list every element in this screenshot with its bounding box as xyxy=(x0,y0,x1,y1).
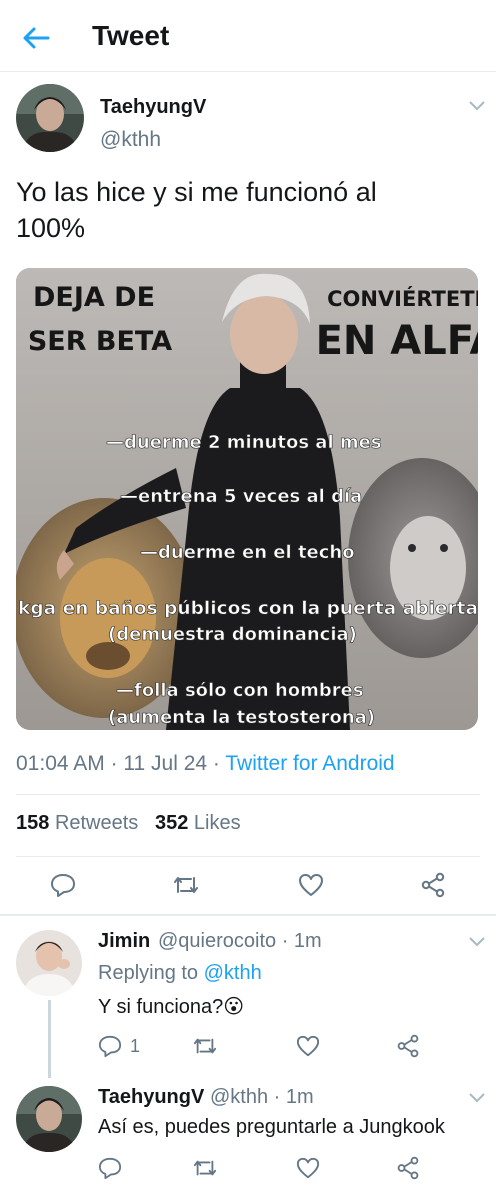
image-right-title-1: CONVIÉRTETE xyxy=(327,286,478,311)
like-icon[interactable] xyxy=(296,1034,320,1063)
share-icon[interactable] xyxy=(396,1034,420,1063)
tweet-stats: 158 Retweets 352 Likes xyxy=(16,812,241,835)
reply-icon[interactable] xyxy=(98,1034,122,1063)
image-line-4: kga en baños públicos con la puerta abie… xyxy=(18,598,478,619)
like-icon[interactable] xyxy=(298,872,324,903)
divider xyxy=(16,856,480,857)
image-left-title-1: DEJA DE xyxy=(33,282,155,313)
page-title: Tweet xyxy=(92,20,170,51)
retweet-icon[interactable] xyxy=(192,1156,218,1185)
chevron-down-icon[interactable] xyxy=(468,934,486,947)
chevron-down-icon[interactable] xyxy=(468,1090,486,1103)
image-left-title-2: SER BETA xyxy=(28,326,172,357)
image-line-1: —duerme 2 minutos al mes xyxy=(106,432,382,453)
image-line-3: —duerme en el techo xyxy=(140,542,355,563)
retweet-icon[interactable] xyxy=(172,872,200,903)
back-arrow-icon[interactable] xyxy=(18,20,54,56)
retweet-icon[interactable] xyxy=(192,1034,218,1063)
share-icon[interactable] xyxy=(420,872,446,903)
tweet-source-link[interactable]: Twitter for Android xyxy=(225,752,394,775)
thread-line xyxy=(48,1000,51,1078)
share-icon[interactable] xyxy=(396,1156,420,1185)
reply-author-handle[interactable]: @quierocoito · 1m xyxy=(158,930,322,953)
image-line-7: (aumenta la testosterona) xyxy=(108,707,375,728)
divider xyxy=(0,914,496,916)
image-line-2: —entrena 5 veces al día xyxy=(120,486,362,507)
likes-stat[interactable]: 352 Likes xyxy=(155,812,241,834)
author-handle[interactable]: @kthh xyxy=(100,128,161,152)
retweets-stat[interactable]: 158 Retweets xyxy=(16,812,138,834)
divider xyxy=(16,794,480,795)
image-right-title-2: EN ALFA xyxy=(316,318,478,364)
reply-author-handle[interactable]: @kthh · 1m xyxy=(210,1086,314,1109)
tweet-text: Yo las hice y si me funcionó al 100% xyxy=(16,177,377,243)
reply-author-name[interactable]: TaehyungV xyxy=(98,1086,204,1109)
author-name[interactable]: TaehyungV xyxy=(100,96,206,119)
tweet-image[interactable]: DEJA DE SER BETA CONVIÉRTETE EN ALFA —du… xyxy=(16,268,478,730)
reply-icon[interactable] xyxy=(50,872,76,903)
like-icon[interactable] xyxy=(296,1156,320,1185)
chevron-down-icon[interactable] xyxy=(468,98,486,111)
reply-icon[interactable] xyxy=(98,1156,122,1185)
top-bar: Tweet xyxy=(0,0,496,72)
surprised-emoji: 😮 xyxy=(223,996,245,1018)
author-avatar[interactable] xyxy=(16,84,84,152)
reply-author-name[interactable]: Jimin xyxy=(98,930,150,953)
replying-to: Replying to @kthh xyxy=(98,962,262,984)
reply-avatar[interactable] xyxy=(16,1086,82,1152)
reply-text: Así es, puedes preguntarle a Jungkook xyxy=(98,1116,445,1138)
reply-avatar[interactable] xyxy=(16,930,82,996)
image-line-5: (demuestra dominancia) xyxy=(108,624,357,645)
image-line-6: —folla sólo con hombres xyxy=(116,680,364,701)
reply-text: Y si funciona?😮 xyxy=(98,996,245,1018)
replying-to-link[interactable]: @kthh xyxy=(204,962,262,984)
tweet-timestamp: 01:04 AM · 11 Jul 24 · Twitter for Andro… xyxy=(16,752,395,775)
reply-count: 1 xyxy=(130,1036,141,1056)
